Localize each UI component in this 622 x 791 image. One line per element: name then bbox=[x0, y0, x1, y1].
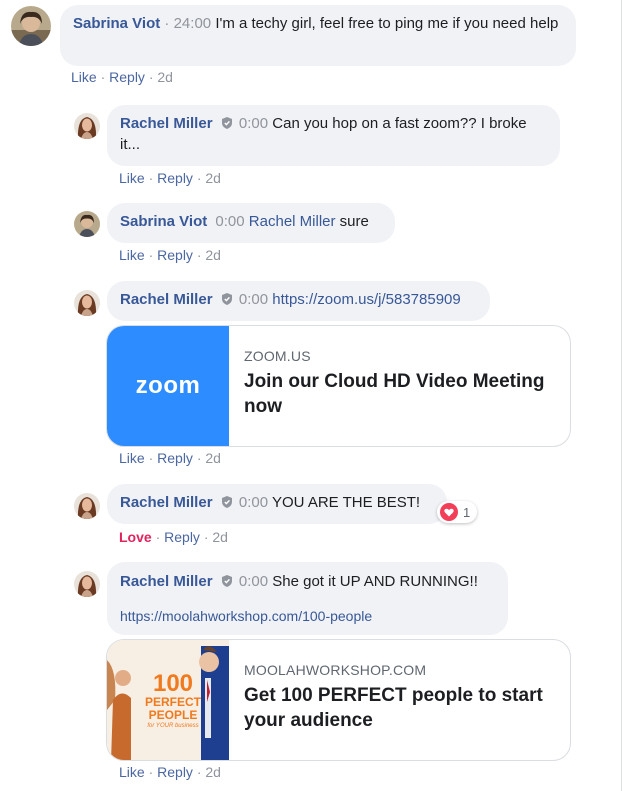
shield-icon bbox=[221, 293, 232, 305]
comment-timestamp[interactable]: 0:00 bbox=[239, 494, 268, 511]
comment-actions: Like · Reply · 2d bbox=[119, 450, 221, 466]
love-button[interactable]: Love bbox=[119, 529, 152, 545]
preview-title: Join our Cloud HD Video Meeting now bbox=[244, 371, 545, 417]
reaction-badge[interactable]: 1 bbox=[437, 501, 478, 523]
comment-text: sure bbox=[339, 213, 369, 230]
comment-author[interactable]: Rachel Miller bbox=[120, 494, 213, 511]
comment-bubble: Rachel Miller 0:00 Can you hop on a fast… bbox=[107, 105, 560, 166]
link-preview-card[interactable]: zoom ZOOM.US Join our Cloud HD Video Mee… bbox=[106, 325, 571, 447]
comment-timestamp[interactable]: 0:00 bbox=[239, 115, 268, 132]
avatar-photo bbox=[74, 211, 100, 237]
comment-timestamp[interactable]: 0:00 bbox=[239, 573, 268, 590]
preview-domain: ZOOM.US bbox=[244, 348, 311, 364]
link-preview-card[interactable]: 100 PERFECT PEOPLE for YOUR business MOO… bbox=[106, 639, 571, 761]
reply-button[interactable]: Reply bbox=[109, 69, 145, 85]
avatar[interactable] bbox=[74, 113, 100, 139]
comment-author[interactable]: Rachel Miller bbox=[120, 291, 213, 308]
comment-bubble: Rachel Miller 0:00 https://zoom.us/j/583… bbox=[107, 281, 490, 321]
comment-bubble: Rachel Miller 0:00 She got it UP AND RUN… bbox=[107, 562, 508, 635]
comment-text: She got it UP AND RUNNING!! bbox=[272, 573, 478, 590]
comment-actions: Love · Reply · 2d bbox=[119, 529, 228, 545]
reaction-count: 1 bbox=[463, 504, 471, 520]
comment-author[interactable]: Rachel Miller bbox=[120, 573, 213, 590]
zoom-logo: zoom bbox=[107, 326, 229, 446]
comment-text: I'm a techy girl, feel free to ping me i… bbox=[215, 15, 559, 32]
avatar[interactable] bbox=[11, 6, 51, 46]
comment-actions: Like · Reply · 2d bbox=[119, 764, 221, 780]
like-button[interactable]: Like bbox=[119, 764, 145, 780]
comment-age[interactable]: 2d bbox=[205, 450, 221, 466]
comment-bubble: Sabrina Viot · 24:00 I'm a techy girl, f… bbox=[60, 5, 576, 66]
shield-icon bbox=[221, 496, 232, 508]
thumbnail-number: 100 bbox=[152, 670, 194, 697]
like-button[interactable]: Like bbox=[119, 170, 145, 186]
reply-button[interactable]: Reply bbox=[157, 764, 193, 780]
reply-button[interactable]: Reply bbox=[157, 170, 193, 186]
avatar-photo bbox=[11, 6, 51, 46]
comment-timestamp[interactable]: 0:00 bbox=[215, 213, 244, 230]
reply-button[interactable]: Reply bbox=[157, 247, 193, 263]
comment-age[interactable]: 2d bbox=[212, 529, 228, 545]
avatar[interactable] bbox=[74, 290, 100, 316]
comment-timestamp[interactable]: 24:00 bbox=[174, 15, 212, 32]
like-button[interactable]: Like bbox=[119, 450, 145, 466]
comment-timestamp[interactable]: 0:00 bbox=[239, 291, 268, 308]
reply-button[interactable]: Reply bbox=[157, 450, 193, 466]
comment-age[interactable]: 2d bbox=[157, 69, 173, 85]
comment-age[interactable]: 2d bbox=[205, 247, 221, 263]
comment-author[interactable]: Rachel Miller bbox=[120, 115, 213, 132]
preview-title: Get 100 PERFECT people to start your aud… bbox=[244, 685, 543, 731]
comment-age[interactable]: 2d bbox=[205, 764, 221, 780]
thumbnail-word: PEOPLE bbox=[148, 708, 198, 722]
avatar-photo bbox=[74, 290, 100, 316]
comment-actions: Like · Reply · 2d bbox=[119, 170, 221, 186]
comment-author[interactable]: Sabrina Viot bbox=[120, 213, 207, 230]
comment-text: YOU ARE THE BEST! bbox=[272, 494, 421, 511]
comment-bubble: Sabrina Viot 0:00 Rachel Miller sure bbox=[107, 203, 395, 243]
shield-icon bbox=[221, 117, 232, 129]
heart-icon bbox=[440, 503, 458, 521]
avatar[interactable] bbox=[74, 211, 100, 237]
comment-actions: Like · Reply · 2d bbox=[71, 69, 173, 85]
zoom-logo-text: zoom bbox=[135, 372, 201, 399]
avatar[interactable] bbox=[74, 493, 100, 519]
avatar-photo bbox=[74, 113, 100, 139]
thumbnail-tagline: for YOUR business bbox=[147, 723, 199, 729]
comment-author[interactable]: Sabrina Viot bbox=[73, 15, 160, 32]
like-button[interactable]: Like bbox=[71, 69, 97, 85]
comment-age[interactable]: 2d bbox=[205, 170, 221, 186]
avatar-photo bbox=[74, 493, 100, 519]
preview-domain: MOOLAHWORKSHOP.COM bbox=[244, 662, 427, 678]
comment-actions: Like · Reply · 2d bbox=[119, 247, 221, 263]
comment-bubble: Rachel Miller 0:00 YOU ARE THE BEST! bbox=[107, 484, 447, 524]
comment-link[interactable]: https://zoom.us/j/583785909 bbox=[272, 291, 460, 308]
preview-thumbnail: 100 PERFECT PEOPLE for YOUR business bbox=[107, 640, 229, 760]
like-button[interactable]: Like bbox=[119, 247, 145, 263]
avatar[interactable] bbox=[74, 571, 100, 597]
avatar-photo bbox=[74, 571, 100, 597]
comment-link[interactable]: https://moolahworkshop.com/100-people bbox=[120, 608, 372, 624]
reply-button[interactable]: Reply bbox=[164, 529, 200, 545]
mention-link[interactable]: Rachel Miller bbox=[249, 213, 336, 230]
shield-icon bbox=[221, 575, 232, 587]
